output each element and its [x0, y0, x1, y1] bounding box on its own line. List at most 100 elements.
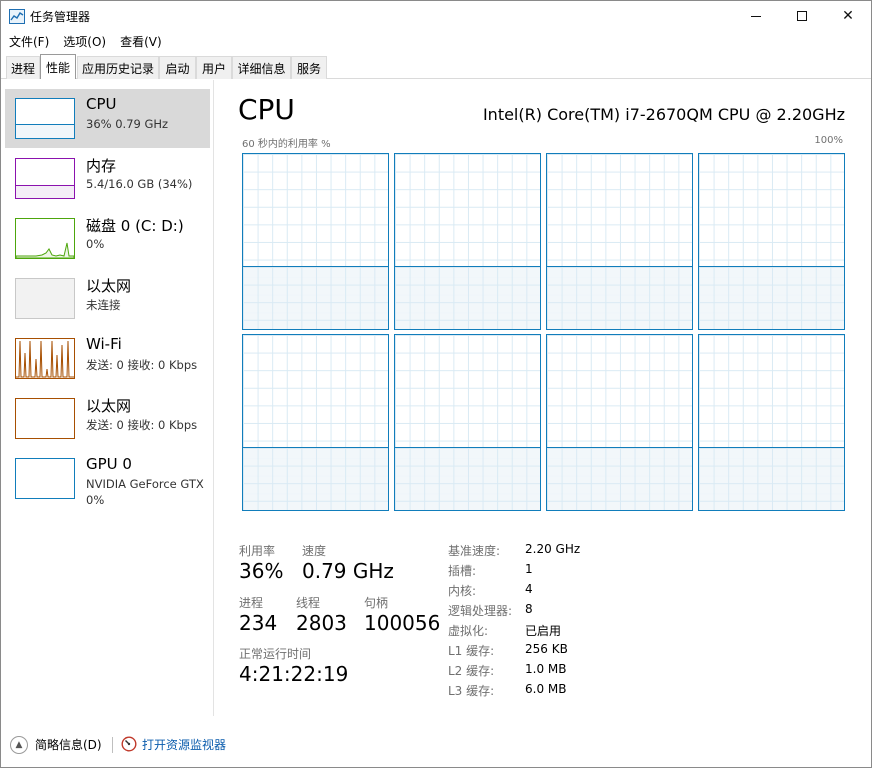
title-bar: 任务管理器 ✕ [1, 1, 871, 31]
logical-processor-graph [546, 153, 693, 330]
resource-detail: 发送: 0 接收: 0 Kbps [86, 358, 198, 372]
logical-processor-graph [242, 334, 389, 511]
resource-name: CPU [86, 95, 117, 113]
resource-detail: NVIDIA GeForce GTX [86, 477, 204, 491]
tab-bar: 进程 性能 应用历史记录 启动 用户 详细信息 服务 [1, 53, 871, 79]
resource-name: 内存 [86, 157, 117, 175]
utilization-label: 利用率 [239, 544, 276, 558]
spec-value: 1 [525, 562, 533, 576]
tab-users[interactable]: 用户 [196, 56, 232, 79]
memory-thumbnail-graph [15, 158, 75, 199]
resource-list: CPU 36% 0.79 GHz 内存 5.4/16.0 GB (34%) 磁盘… [1, 80, 214, 716]
resource-name: Wi-Fi [86, 335, 122, 353]
spec-value: 256 KB [525, 642, 568, 656]
maximize-icon [797, 11, 807, 21]
graph-max-label: 100% [814, 135, 843, 146]
graph-caption: 60 秒内的利用率 % [242, 139, 331, 150]
logical-processor-graph [394, 334, 541, 511]
wifi-activity-line [16, 340, 74, 378]
close-icon: ✕ [842, 8, 854, 24]
uptime-label: 正常运行时间 [239, 647, 312, 661]
minimize-button[interactable] [733, 1, 779, 31]
spec-key: 内核: [448, 584, 477, 598]
spec-key: L1 缓存: [448, 644, 495, 658]
spec-value: 6.0 MB [525, 682, 567, 696]
speed-value: 0.79 GHz [302, 559, 394, 583]
disk-thumbnail-graph [15, 218, 75, 259]
spec-value: 1.0 MB [525, 662, 567, 676]
tab-processes[interactable]: 进程 [6, 56, 40, 79]
resource-name: 以太网 [86, 277, 132, 295]
spec-value: 4 [525, 582, 533, 596]
cpu-thumbnail-graph [15, 98, 75, 139]
threads-label: 线程 [296, 596, 321, 610]
resource-detail: 未连接 [86, 298, 121, 312]
window-title: 任务管理器 [30, 10, 91, 24]
task-manager-window: 任务管理器 ✕ 文件(F) 选项(O) 查看(V) 进程 性能 应用历史记录 启… [0, 0, 872, 768]
tab-performance[interactable]: 性能 [40, 54, 76, 79]
resource-name: 磁盘 0 (C: D:) [86, 217, 184, 235]
resource-detail: 5.4/16.0 GB (34%) [86, 177, 193, 191]
tab-services[interactable]: 服务 [291, 56, 327, 79]
cpu-model-name: Intel(R) Core(TM) i7-2670QM CPU @ 2.20GH… [482, 105, 845, 124]
resource-name: 以太网 [86, 397, 132, 415]
memory-thumbnail-fill [16, 184, 74, 198]
handles-value: 100056 [364, 611, 441, 635]
resource-detail: 发送: 0 接收: 0 Kbps [86, 418, 198, 432]
resource-item-cpu[interactable]: CPU 36% 0.79 GHz [5, 89, 210, 148]
utilization-fill [395, 266, 540, 329]
logical-processor-graph [698, 334, 845, 511]
spec-key: 逻辑处理器: [448, 604, 513, 618]
speed-label: 速度 [302, 544, 327, 558]
utilization-fill [547, 447, 692, 510]
open-resource-monitor-link[interactable]: 打开资源监视器 [142, 736, 226, 753]
ethernet-thumbnail-graph [15, 278, 75, 319]
spec-key: L3 缓存: [448, 684, 495, 698]
utilization-value: 36% [239, 559, 284, 583]
spec-key: 虚拟化: [448, 624, 489, 638]
spec-key: L2 缓存: [448, 664, 495, 678]
logical-processor-graph [242, 153, 389, 330]
resource-item-wifi[interactable]: Wi-Fi 发送: 0 接收: 0 Kbps [5, 329, 210, 388]
processes-value: 234 [239, 611, 278, 635]
spec-value: 已启用 [525, 624, 562, 638]
tab-app-history[interactable]: 应用历史记录 [77, 56, 159, 79]
threads-value: 2803 [296, 611, 347, 635]
resource-detail: 36% 0.79 GHz [86, 117, 169, 131]
menu-view[interactable]: 查看(V) [120, 33, 162, 50]
logical-processor-graph [698, 153, 845, 330]
utilization-fill [243, 447, 388, 510]
tab-details[interactable]: 详细信息 [232, 56, 291, 79]
spec-key: 插槽: [448, 564, 477, 578]
chevron-up-icon[interactable]: ▲ [10, 736, 28, 754]
spec-value: 8 [525, 602, 533, 616]
close-button[interactable]: ✕ [825, 1, 871, 31]
menu-options[interactable]: 选项(O) [63, 33, 106, 50]
menu-bar: 文件(F) 选项(O) 查看(V) [1, 31, 871, 52]
spec-value: 2.20 GHz [525, 542, 581, 556]
resource-item-memory[interactable]: 内存 5.4/16.0 GB (34%) [5, 149, 210, 208]
utilization-fill [547, 266, 692, 329]
resource-item-disk[interactable]: 磁盘 0 (C: D:) 0% [5, 209, 210, 268]
tab-startup[interactable]: 启动 [159, 56, 196, 79]
task-manager-icon [9, 9, 25, 24]
menu-file[interactable]: 文件(F) [9, 33, 49, 50]
logical-processor-graph [394, 153, 541, 330]
resource-item-ethernet-2[interactable]: 以太网 发送: 0 接收: 0 Kbps [5, 389, 210, 448]
resource-monitor-icon [121, 736, 137, 752]
maximize-button[interactable] [779, 1, 825, 31]
wifi-thumbnail-graph [15, 338, 75, 379]
minimize-icon [751, 15, 761, 17]
gpu-thumbnail-graph [15, 458, 75, 499]
resource-item-gpu[interactable]: GPU 0 NVIDIA GeForce GTX 0% [5, 449, 210, 508]
utilization-fill [395, 447, 540, 510]
resource-item-ethernet-1[interactable]: 以太网 未连接 [5, 269, 210, 328]
footer-divider [112, 737, 113, 753]
uptime-value: 4:21:22:19 [239, 662, 349, 686]
logical-processor-graph [546, 334, 693, 511]
ethernet-2-thumbnail-graph [15, 398, 75, 439]
utilization-fill [699, 447, 844, 510]
cpu-thumbnail-fill [16, 123, 74, 138]
fewer-details-button[interactable]: 简略信息(D) [35, 736, 102, 753]
resource-detail-2: 0% [86, 493, 105, 507]
